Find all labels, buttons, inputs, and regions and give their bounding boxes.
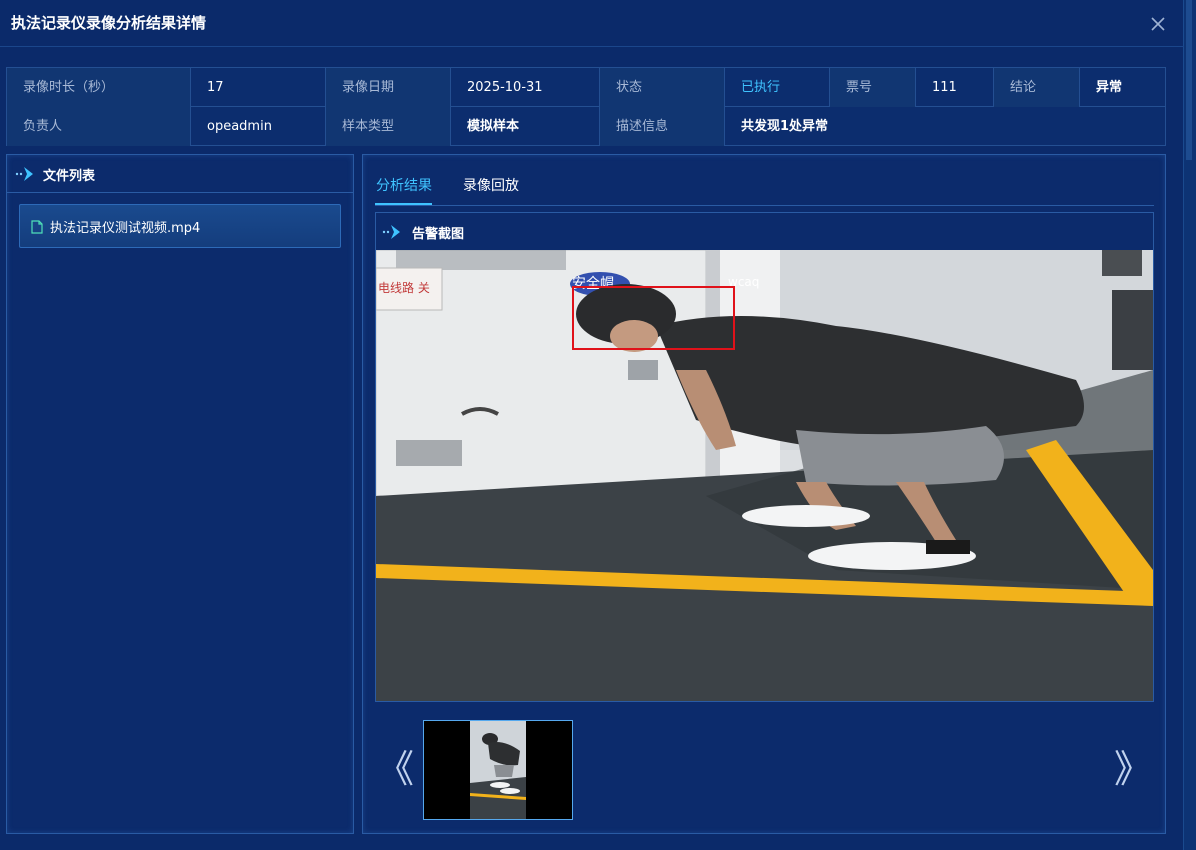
close-icon[interactable]: [1148, 14, 1168, 34]
description-label: 描述信息: [600, 107, 725, 146]
conclusion-label: 结论: [994, 68, 1080, 107]
thumbnail[interactable]: [423, 720, 573, 820]
next-icon[interactable]: 》: [1113, 739, 1153, 799]
date-value: 2025-10-31: [451, 68, 600, 107]
file-item[interactable]: 执法记录仪测试视频.mp4: [19, 204, 341, 248]
tab-video-playback[interactable]: 录像回放: [463, 175, 519, 195]
scrollbar-track[interactable]: [1184, 0, 1196, 850]
ticket-value: 111: [916, 68, 994, 107]
result-panel: 分析结果 录像回放 告警截图 电线路 关 安全帽 wcaq 《 》: [362, 154, 1166, 834]
tab-bar: 分析结果 录像回放: [375, 155, 1154, 206]
alarm-image: 电线路 关 安全帽 wcaq: [376, 250, 1153, 701]
prev-icon[interactable]: 《: [375, 739, 415, 799]
detail-dialog: 执法记录仪录像分析结果详情 录像时长（秒） 17 录像日期 2025-10-31…: [0, 0, 1184, 850]
info-table: 录像时长（秒） 17 录像日期 2025-10-31 状态 已执行 票号 111…: [6, 67, 1166, 146]
status-value: 已执行: [725, 68, 830, 107]
file-icon: [31, 219, 43, 234]
active-tab-indicator: [375, 203, 432, 205]
alarm-title: 告警截图: [412, 227, 465, 242]
file-list-panel: 文件列表 执法记录仪测试视频.mp4: [6, 154, 354, 834]
info-row: 负责人 opeadmin 样本类型 模拟样本 描述信息 共发现1处异常: [7, 107, 1165, 146]
owner-value: opeadmin: [191, 107, 326, 146]
duration-label: 录像时长（秒）: [7, 68, 191, 107]
arrow-chevron-icon: [15, 165, 37, 183]
sample-type-label: 样本类型: [326, 107, 451, 146]
ticket-label: 票号: [830, 68, 916, 107]
file-list-header: 文件列表: [7, 155, 353, 193]
alarm-screenshot-panel: 告警截图 电线路 关 安全帽 wcaq: [375, 212, 1154, 702]
arrow-chevron-icon: [382, 223, 404, 241]
date-label: 录像日期: [326, 68, 451, 107]
dialog-header: 执法记录仪录像分析结果详情: [0, 0, 1184, 47]
scrollbar-thumb[interactable]: [1186, 0, 1192, 160]
sample-type-value: 模拟样本: [451, 107, 600, 146]
info-row: 录像时长（秒） 17 录像日期 2025-10-31 状态 已执行 票号 111…: [7, 68, 1165, 107]
dialog-title: 执法记录仪录像分析结果详情: [11, 14, 207, 32]
alarm-header: 告警截图: [376, 213, 1153, 250]
description-value: 共发现1处异常: [741, 119, 829, 134]
duration-value: 17: [191, 68, 326, 107]
tab-analysis-result[interactable]: 分析结果: [376, 175, 432, 195]
conclusion-value: 异常: [1096, 80, 1123, 95]
file-list-title: 文件列表: [43, 169, 96, 184]
status-label: 状态: [600, 68, 725, 107]
owner-label: 负责人: [7, 107, 191, 146]
file-name: 执法记录仪测试视频.mp4: [50, 221, 201, 236]
sign-text: 电线路 关: [378, 280, 430, 295]
